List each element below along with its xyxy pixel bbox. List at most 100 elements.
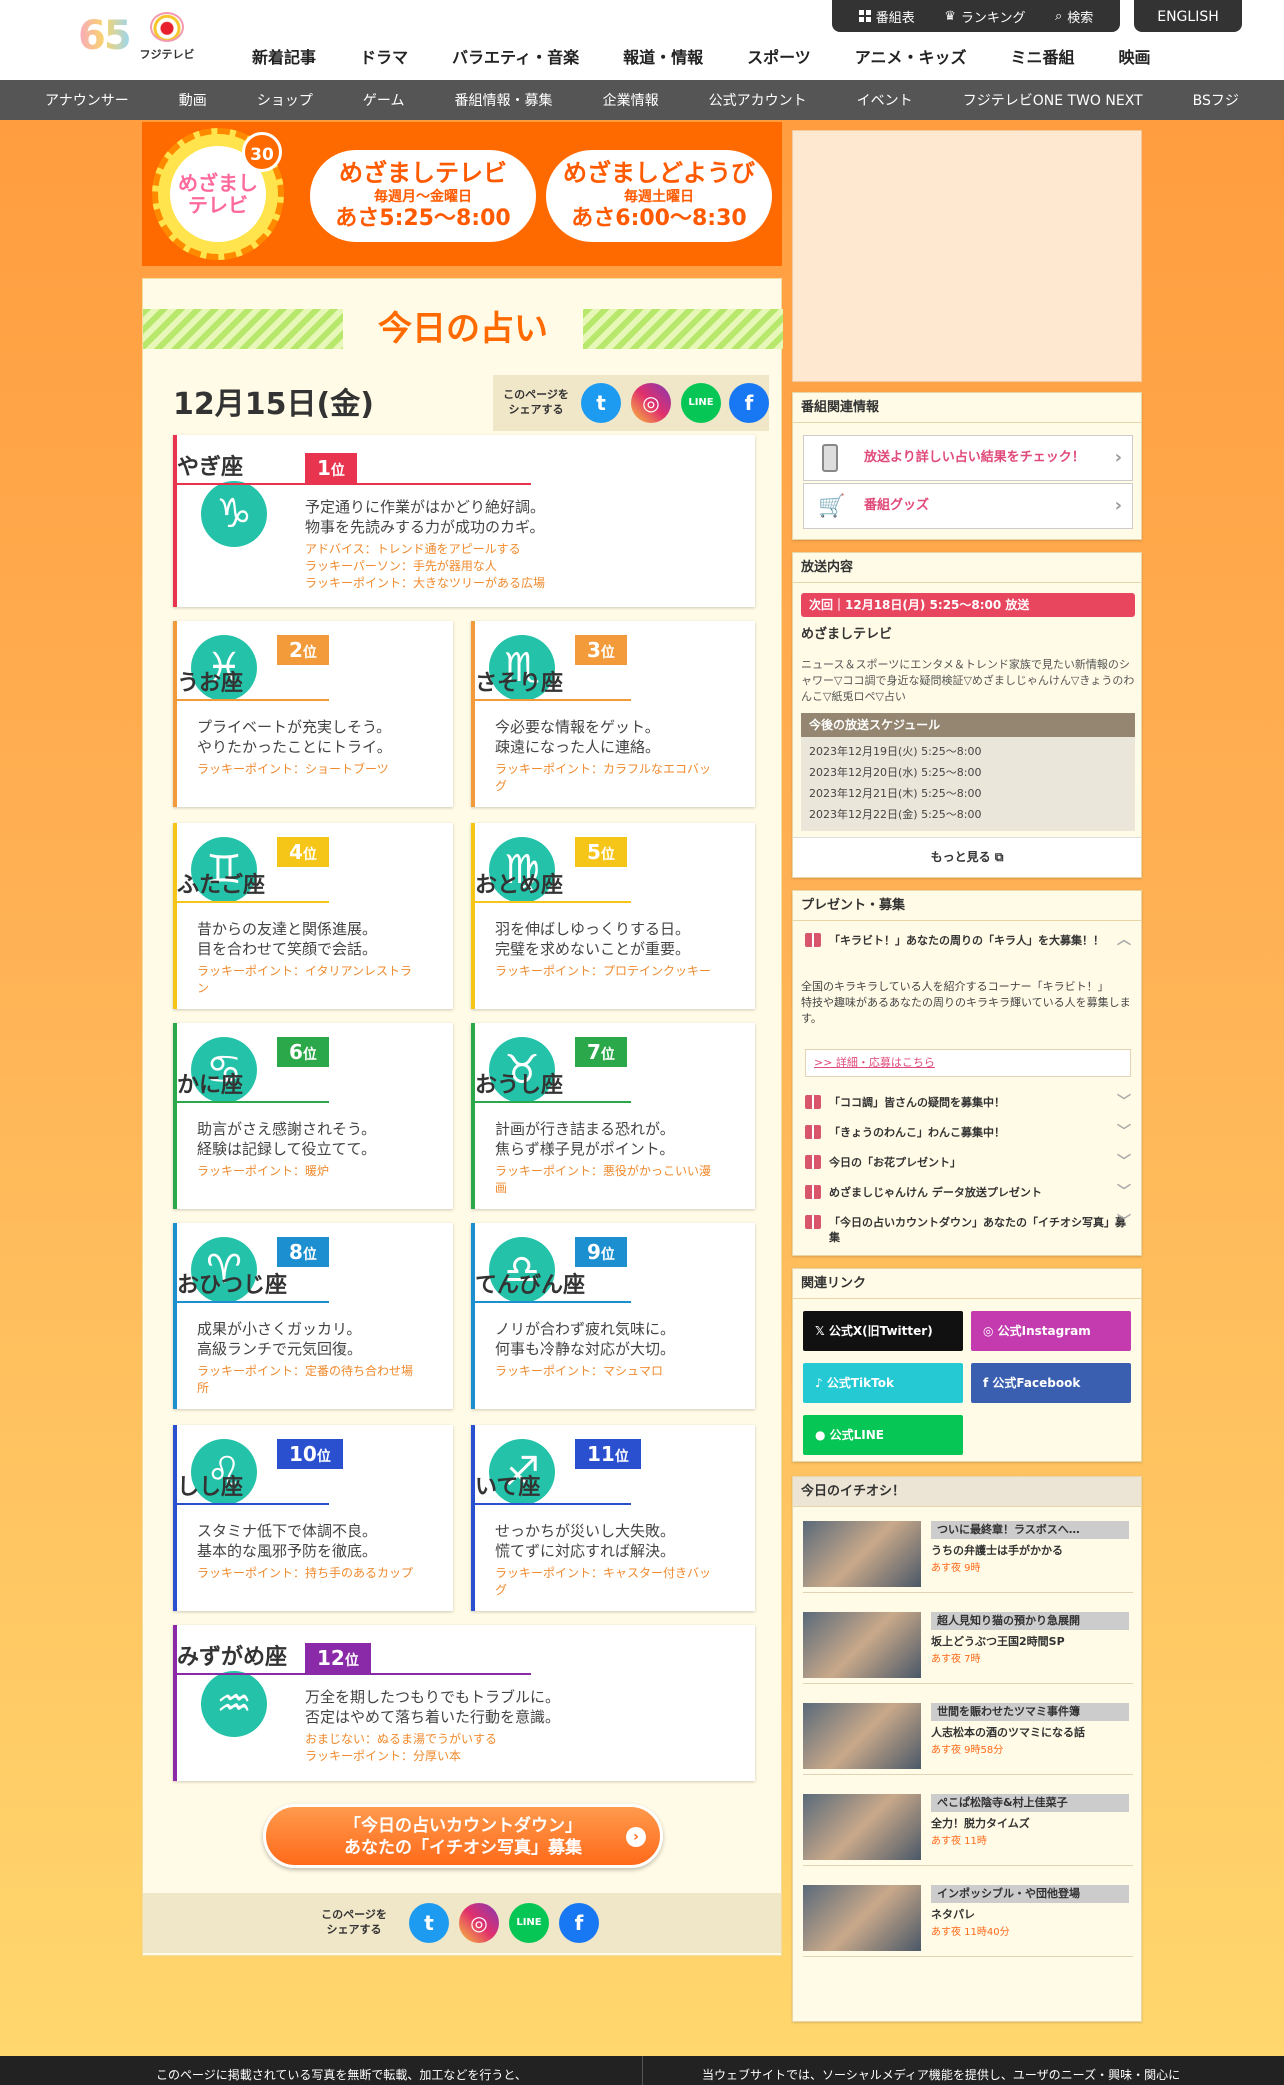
schedule-item: 2023年12月20日(水) 5:25～8:00	[809, 766, 982, 779]
subnav-video[interactable]: 動画	[179, 90, 207, 110]
fortune-card: ♉ 7位 おうし座 計画が行き詰まる恐れが。 焦らず様子見がポイント。 ラッキー…	[471, 1023, 755, 1209]
nav-variety[interactable]: バラエティ・音楽	[430, 44, 601, 68]
subnav-one-two-next[interactable]: フジテレビONE TWO NEXT	[963, 90, 1143, 110]
instagram-share-icon[interactable]: ◎	[631, 383, 671, 423]
more-button[interactable]: もっと見る ⧉	[793, 837, 1141, 877]
subnav-official-accounts[interactable]: 公式アカウント	[709, 90, 807, 110]
zodiac-sign-name: おひつじ座	[177, 1271, 329, 1303]
chevron-down-icon: ﹀	[1117, 1214, 1131, 1230]
subnav-event[interactable]: イベント	[857, 90, 913, 110]
english-button[interactable]: ENGLISH	[1134, 0, 1242, 32]
lucky-line: グ	[495, 779, 508, 793]
twitter-share-icon[interactable]: t	[581, 383, 621, 423]
nav-anime[interactable]: アニメ・キッズ	[833, 44, 989, 68]
mezamashi-tv-pill[interactable]: めざましテレビ 毎週月～金曜日 あさ5:25～8:00	[310, 150, 536, 242]
present-item[interactable]: 「ココ調」皆さんの疑問を募集中！ ﹀	[805, 1095, 1131, 1110]
chevron-right-icon: ›	[1114, 495, 1122, 516]
nav-sports[interactable]: スポーツ	[725, 44, 833, 68]
nav-drama[interactable]: ドラマ	[338, 44, 430, 68]
chevron-down-icon: ﹀	[1117, 1154, 1131, 1170]
pick-item[interactable]: 世間を賑わせたツマミ事件簿 人志松本の酒のツマミになる話 あす夜 9時58分	[803, 1703, 1133, 1775]
nav-news[interactable]: 報道・情報	[601, 44, 725, 68]
present-item-open[interactable]: 「キラビト！」あなたの周りの「キラ人」を大募集！！ ︿	[805, 933, 1131, 948]
pick-item[interactable]: ぺこぱ松陰寺&村上佳菜子 全力！脱力タイムズ あす夜 11時	[803, 1794, 1133, 1866]
related-links-box: 関連リンク 𝕏 公式X(旧Twitter) ◎ 公式Instagram ♪ 公式…	[792, 1268, 1142, 1462]
twitter-share-icon[interactable]: t	[409, 1903, 449, 1943]
fortune-desc-line: 経験は記録して役立てて。	[197, 1140, 377, 1158]
lucky-info: ラッキーポイント：悪役がかっこいい漫画	[495, 1163, 739, 1197]
schedule-item: 2023年12月19日(火) 5:25～8:00	[809, 745, 982, 758]
countdown-photo-cta-button[interactable]: 「今日の占いカウントダウン」 あなたの「イチオシ写真」募集 ›	[263, 1804, 663, 1868]
fortune-desc: 計画が行き詰まる恐れが。 焦らず様子見がポイント。	[495, 1119, 675, 1159]
rank-badge: 3位	[575, 635, 627, 665]
ranking-link[interactable]: ♛ ランキング	[944, 7, 1025, 26]
present-open-label: 「キラビト！」あなたの周りの「キラ人」を大募集！！	[829, 934, 1104, 947]
present-detail-link[interactable]: >> 詳細・応募はこちら	[805, 1049, 1131, 1077]
rank-number: 4	[289, 840, 303, 864]
zodiac-sign-name: てんびん座	[475, 1271, 631, 1303]
program-banner[interactable]: めざまし テレビ 30 めざましテレビ 毎週月～金曜日 あさ5:25～8:00 …	[142, 122, 782, 266]
nav-new-articles[interactable]: 新着記事	[230, 44, 338, 68]
gift-icon	[805, 1155, 821, 1169]
lucky-line: 画	[495, 1181, 508, 1195]
lucky-info: アドバイス：トレンド通をアピールする ラッキーパーソン：手先が器用な人 ラッキーポイ…	[305, 541, 745, 592]
search-link[interactable]: ⌕ 検索	[1055, 7, 1093, 26]
pick-item[interactable]: インポッシブル・や団他登場 ネタパレ あす夜 11時40分	[803, 1885, 1133, 1957]
more-label: もっと見る	[930, 850, 991, 864]
subnav-announcer[interactable]: アナウンサー	[45, 90, 129, 110]
fortune-desc-line: 成果が小さくガッカリ。	[197, 1320, 362, 1338]
line-share-icon[interactable]: LINE	[509, 1903, 549, 1943]
pick-item[interactable]: 超人見知り猫の預かり急展開 坂上どうぶつ王国2時間SP あす夜 7時	[803, 1612, 1133, 1684]
fortune-desc-line: 慌てずに対応すれば解決。	[495, 1542, 676, 1560]
subnav-corporate[interactable]: 企業情報	[603, 90, 659, 110]
present-item[interactable]: 今日の「お花プレゼント」 ﹀	[805, 1155, 1131, 1170]
line-official-button[interactable]: ● 公式LINE	[803, 1415, 963, 1455]
tiktok-official-button[interactable]: ♪ 公式TikTok	[803, 1363, 963, 1403]
facebook-share-icon[interactable]: f	[729, 383, 769, 423]
line-share-icon[interactable]: LINE	[681, 383, 721, 423]
grid-icon	[858, 10, 871, 22]
fuji-eye-icon	[150, 12, 184, 42]
lucky-line: おまじない：ぬるま湯でうがいする	[305, 1732, 498, 1746]
present-item-label: 「きょうのわんこ」わんこ募集中！	[829, 1126, 1005, 1139]
subnav-bs-fuji[interactable]: BSフジ	[1193, 90, 1239, 110]
zodiac-sign-name: ふたご座	[177, 871, 329, 903]
instagram-share-icon[interactable]: ◎	[459, 1903, 499, 1943]
present-item[interactable]: めざましじゃんけん データ放送プレゼント ﹀	[805, 1185, 1131, 1200]
broadcast-program-name: めざましテレビ	[801, 627, 893, 642]
fuji-logo-text: フジテレビ	[139, 48, 195, 61]
program-goods-link[interactable]: 🛒 番組グッズ ›	[803, 483, 1133, 529]
present-item[interactable]: 「今日の占いカウントダウン」あなたの「イチオシ写真」募集 ﹀	[805, 1215, 1131, 1245]
instagram-official-button[interactable]: ◎ 公式Instagram	[971, 1311, 1131, 1351]
pill1-time: あさ5:25～8:00	[335, 206, 511, 231]
chevron-down-icon: ﹀	[1117, 1124, 1131, 1140]
fortune-desc-line: 助言がさえ感謝されそう。	[197, 1120, 377, 1138]
fuji-tv-logo[interactable]: フジテレビ	[138, 12, 196, 64]
lucky-info: おまじない：ぬるま湯でうがいする ラッキーポイント：分厚い本	[305, 1731, 745, 1765]
nav-mini[interactable]: ミニ番組	[988, 44, 1096, 68]
fortune-desc: ノリが合わず疲れ気味に。 何事も冷静な対応が大切。	[495, 1319, 675, 1359]
fortune-desc-line: 否定はやめて落ち着いた行動を意識。	[305, 1708, 561, 1726]
subnav-game[interactable]: ゲーム	[363, 90, 405, 110]
facebook-official-button[interactable]: f 公式Facebook	[971, 1363, 1131, 1403]
program-table-link[interactable]: 番組表	[858, 7, 915, 26]
fortune-desc: 今必要な情報をゲット。 疎遠になった人に連絡。	[495, 717, 660, 757]
ad-box[interactable]	[792, 130, 1142, 382]
detailed-fortune-link[interactable]: 放送より詳しい占い結果をチェック！ ›	[803, 435, 1133, 481]
fortune-date: 12月15日(金)	[173, 387, 374, 422]
subnav-shop[interactable]: ショップ	[257, 90, 313, 110]
subnav-program-info[interactable]: 番組情報・募集	[455, 90, 553, 110]
fortune-desc-line: 完璧を求めないことが重要。	[495, 940, 691, 958]
mezamashi-doyoubi-pill[interactable]: めざましどようび 毎週土曜日 あさ6:00～8:30	[546, 150, 772, 242]
fuji-65th-logo[interactable]: 65	[78, 14, 132, 58]
lucky-line: ラッキーポイント：定番の待ち合わせ場	[197, 1364, 414, 1378]
present-item[interactable]: 「きょうのわんこ」わんこ募集中！ ﹀	[805, 1125, 1131, 1140]
today-pick-title: 今日のイチオシ！	[793, 1477, 1141, 1507]
pick-tag: 超人見知り猫の預かり急展開	[931, 1612, 1129, 1630]
x-official-button[interactable]: 𝕏 公式X(旧Twitter)	[803, 1311, 963, 1351]
rank-suffix: 位	[316, 1449, 331, 1465]
pick-tag: ついに最終章！ラスボスへ…	[931, 1521, 1129, 1539]
nav-movie[interactable]: 映画	[1096, 44, 1172, 68]
pick-item[interactable]: ついに最終章！ラスボスへ… うちの弁護士は手がかかる あす夜 9時	[803, 1521, 1133, 1593]
facebook-share-icon[interactable]: f	[559, 1903, 599, 1943]
